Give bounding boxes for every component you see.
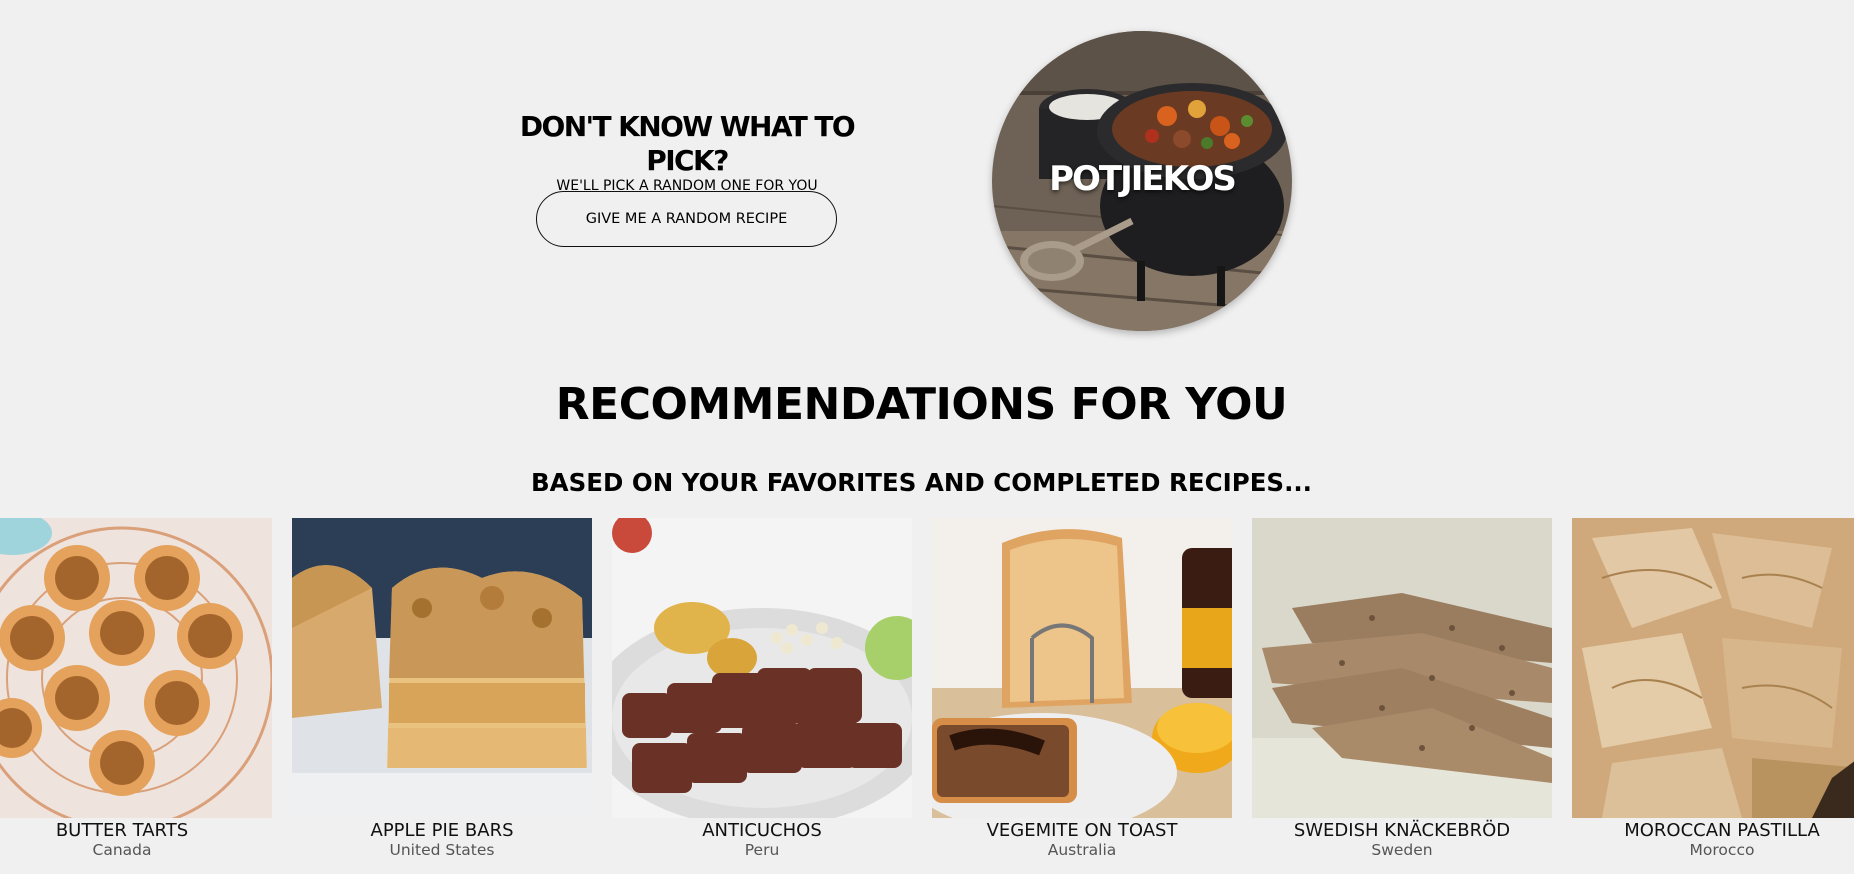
recipe-card-country: Canada [92, 841, 152, 859]
recipe-card-image [292, 518, 592, 818]
recipe-card-name: ANTICUCHOS [702, 820, 822, 841]
recommendations-title: RECOMMENDATIONS FOR YOU [555, 379, 1288, 430]
recipe-card-country: Peru [744, 841, 780, 859]
recipe-card-vegemite-on-toast[interactable]: VEGEMITE ON TOAST Australia [932, 518, 1232, 874]
random-heading: DON'T KNOW WHAT TO PICK? [519, 110, 856, 177]
recipe-card-name: VEGEMITE ON TOAST [986, 820, 1178, 841]
recipe-card-name: SWEDISH KNÄCKEBRÖD [1293, 820, 1511, 841]
recipe-card-name: APPLE PIE BARS [370, 820, 514, 841]
recipe-card-apple-pie-bars[interactable]: APPLE PIE BARS United States [292, 518, 592, 874]
recipe-card-swedish-knackebrod[interactable]: SWEDISH KNÄCKEBRÖD Sweden [1252, 518, 1552, 874]
recipe-card-anticuchos[interactable]: ANTICUCHOS Peru [612, 518, 912, 874]
recipe-card-image [1572, 518, 1854, 818]
recipe-card-butter-tarts[interactable]: BUTTER TARTS Canada [0, 518, 272, 874]
recipe-card-name: BUTTER TARTS [55, 820, 189, 841]
recipe-card-country: Morocco [1689, 841, 1755, 859]
recipe-card-country: Australia [1047, 841, 1117, 859]
recipe-card-image [612, 518, 912, 818]
recipe-card-image [0, 518, 272, 818]
featured-recipe[interactable]: POTJIEKOS [992, 31, 1292, 331]
recommendations-subtitle: BASED ON YOUR FAVORITES AND COMPLETED RE… [530, 468, 1312, 497]
recipe-card-image [1252, 518, 1552, 818]
recipe-card-country: Sweden [1371, 841, 1433, 859]
random-recipe-section: DON'T KNOW WHAT TO PICK? WE'LL PICK A RA… [487, 110, 887, 195]
random-recipe-button[interactable]: GIVE ME A RANDOM RECIPE [536, 191, 837, 247]
recipe-card-name: MOROCCAN PASTILLA [1624, 820, 1820, 841]
recipe-card-image [932, 518, 1232, 818]
recipe-card-moroccan-pastilla[interactable]: MOROCCAN PASTILLA Morocco [1572, 518, 1854, 874]
featured-recipe-title: POTJIEKOS [1049, 159, 1237, 199]
recipe-card-country: United States [389, 841, 495, 859]
